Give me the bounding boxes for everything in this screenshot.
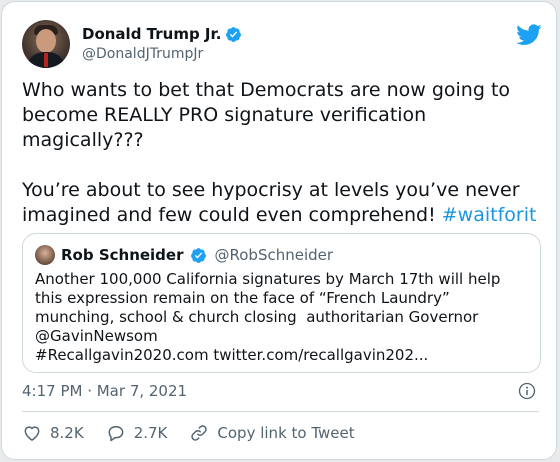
link-icon xyxy=(191,425,208,441)
like-count: 8.2K xyxy=(50,424,84,442)
quoted-text-line: @GavinNewsom xyxy=(35,327,158,345)
tweet-card: Donald Trump Jr. @DonaldJTrumpJr Who wan… xyxy=(1,1,557,460)
quoted-author-handle: @RobSchneider xyxy=(214,246,334,264)
reply-button[interactable]: 2.7K xyxy=(106,423,168,443)
quoted-tweet-header: Rob Schneider @RobSchneider xyxy=(35,244,333,266)
verified-badge-icon xyxy=(190,247,206,263)
tweet-text-line: become REALLY PRO signature verification xyxy=(22,104,427,126)
quoted-tweet-text: Another 100,000 California signatures by… xyxy=(35,270,535,365)
author-avatar[interactable] xyxy=(22,20,70,68)
author-handle[interactable]: @DonaldJTrumpJr xyxy=(82,46,242,62)
quoted-text-line: #Recallgavin2020.com twitter.com/recallg… xyxy=(35,346,429,364)
divider xyxy=(22,411,539,412)
info-icon[interactable] xyxy=(518,382,536,400)
quoted-text-line: munching, school & church closing author… xyxy=(35,308,479,326)
copy-link-button[interactable]: Copy link to Tweet xyxy=(189,423,355,443)
quoted-author-display-name: Rob Schneider xyxy=(61,246,184,264)
tweet-text: Who wants to bet that Democrats are now … xyxy=(22,78,548,228)
verified-badge-icon xyxy=(226,26,242,42)
author-names: Donald Trump Jr. @DonaldJTrumpJr xyxy=(82,24,242,62)
tweet-header: Donald Trump Jr. @DonaldJTrumpJr xyxy=(22,20,542,68)
tweet-text-line: You’re about to see hypocrisy at levels … xyxy=(22,179,520,201)
tweet-actions: 8.2K 2.7K Copy link to Tweet xyxy=(22,422,377,444)
tweet-text-line: imagined and few could even comprehend! xyxy=(22,204,442,226)
author-display-name[interactable]: Donald Trump Jr. xyxy=(82,25,221,43)
tweet-text-line: Who wants to bet that Democrats are now … xyxy=(22,79,511,101)
heart-icon xyxy=(24,426,40,441)
copy-link-label: Copy link to Tweet xyxy=(217,424,355,442)
reply-count: 2.7K xyxy=(133,424,168,442)
reply-bubble-icon xyxy=(108,426,124,442)
quoted-text-line: this expression remain on the face of “F… xyxy=(35,289,450,307)
quoted-text-line: Another 100,000 California signatures by… xyxy=(35,270,501,288)
quoted-author-avatar xyxy=(35,245,55,265)
hashtag-link[interactable]: #waitforit xyxy=(442,204,537,226)
tweet-text-line: magically??? xyxy=(22,129,144,151)
like-button[interactable]: 8.2K xyxy=(22,423,84,443)
tweet-timestamp[interactable]: 4:17 PM · Mar 7, 2021 xyxy=(22,382,187,400)
quoted-tweet[interactable]: Rob Schneider @RobSchneider Another 100,… xyxy=(22,233,541,373)
twitter-bird-icon[interactable] xyxy=(516,24,542,46)
